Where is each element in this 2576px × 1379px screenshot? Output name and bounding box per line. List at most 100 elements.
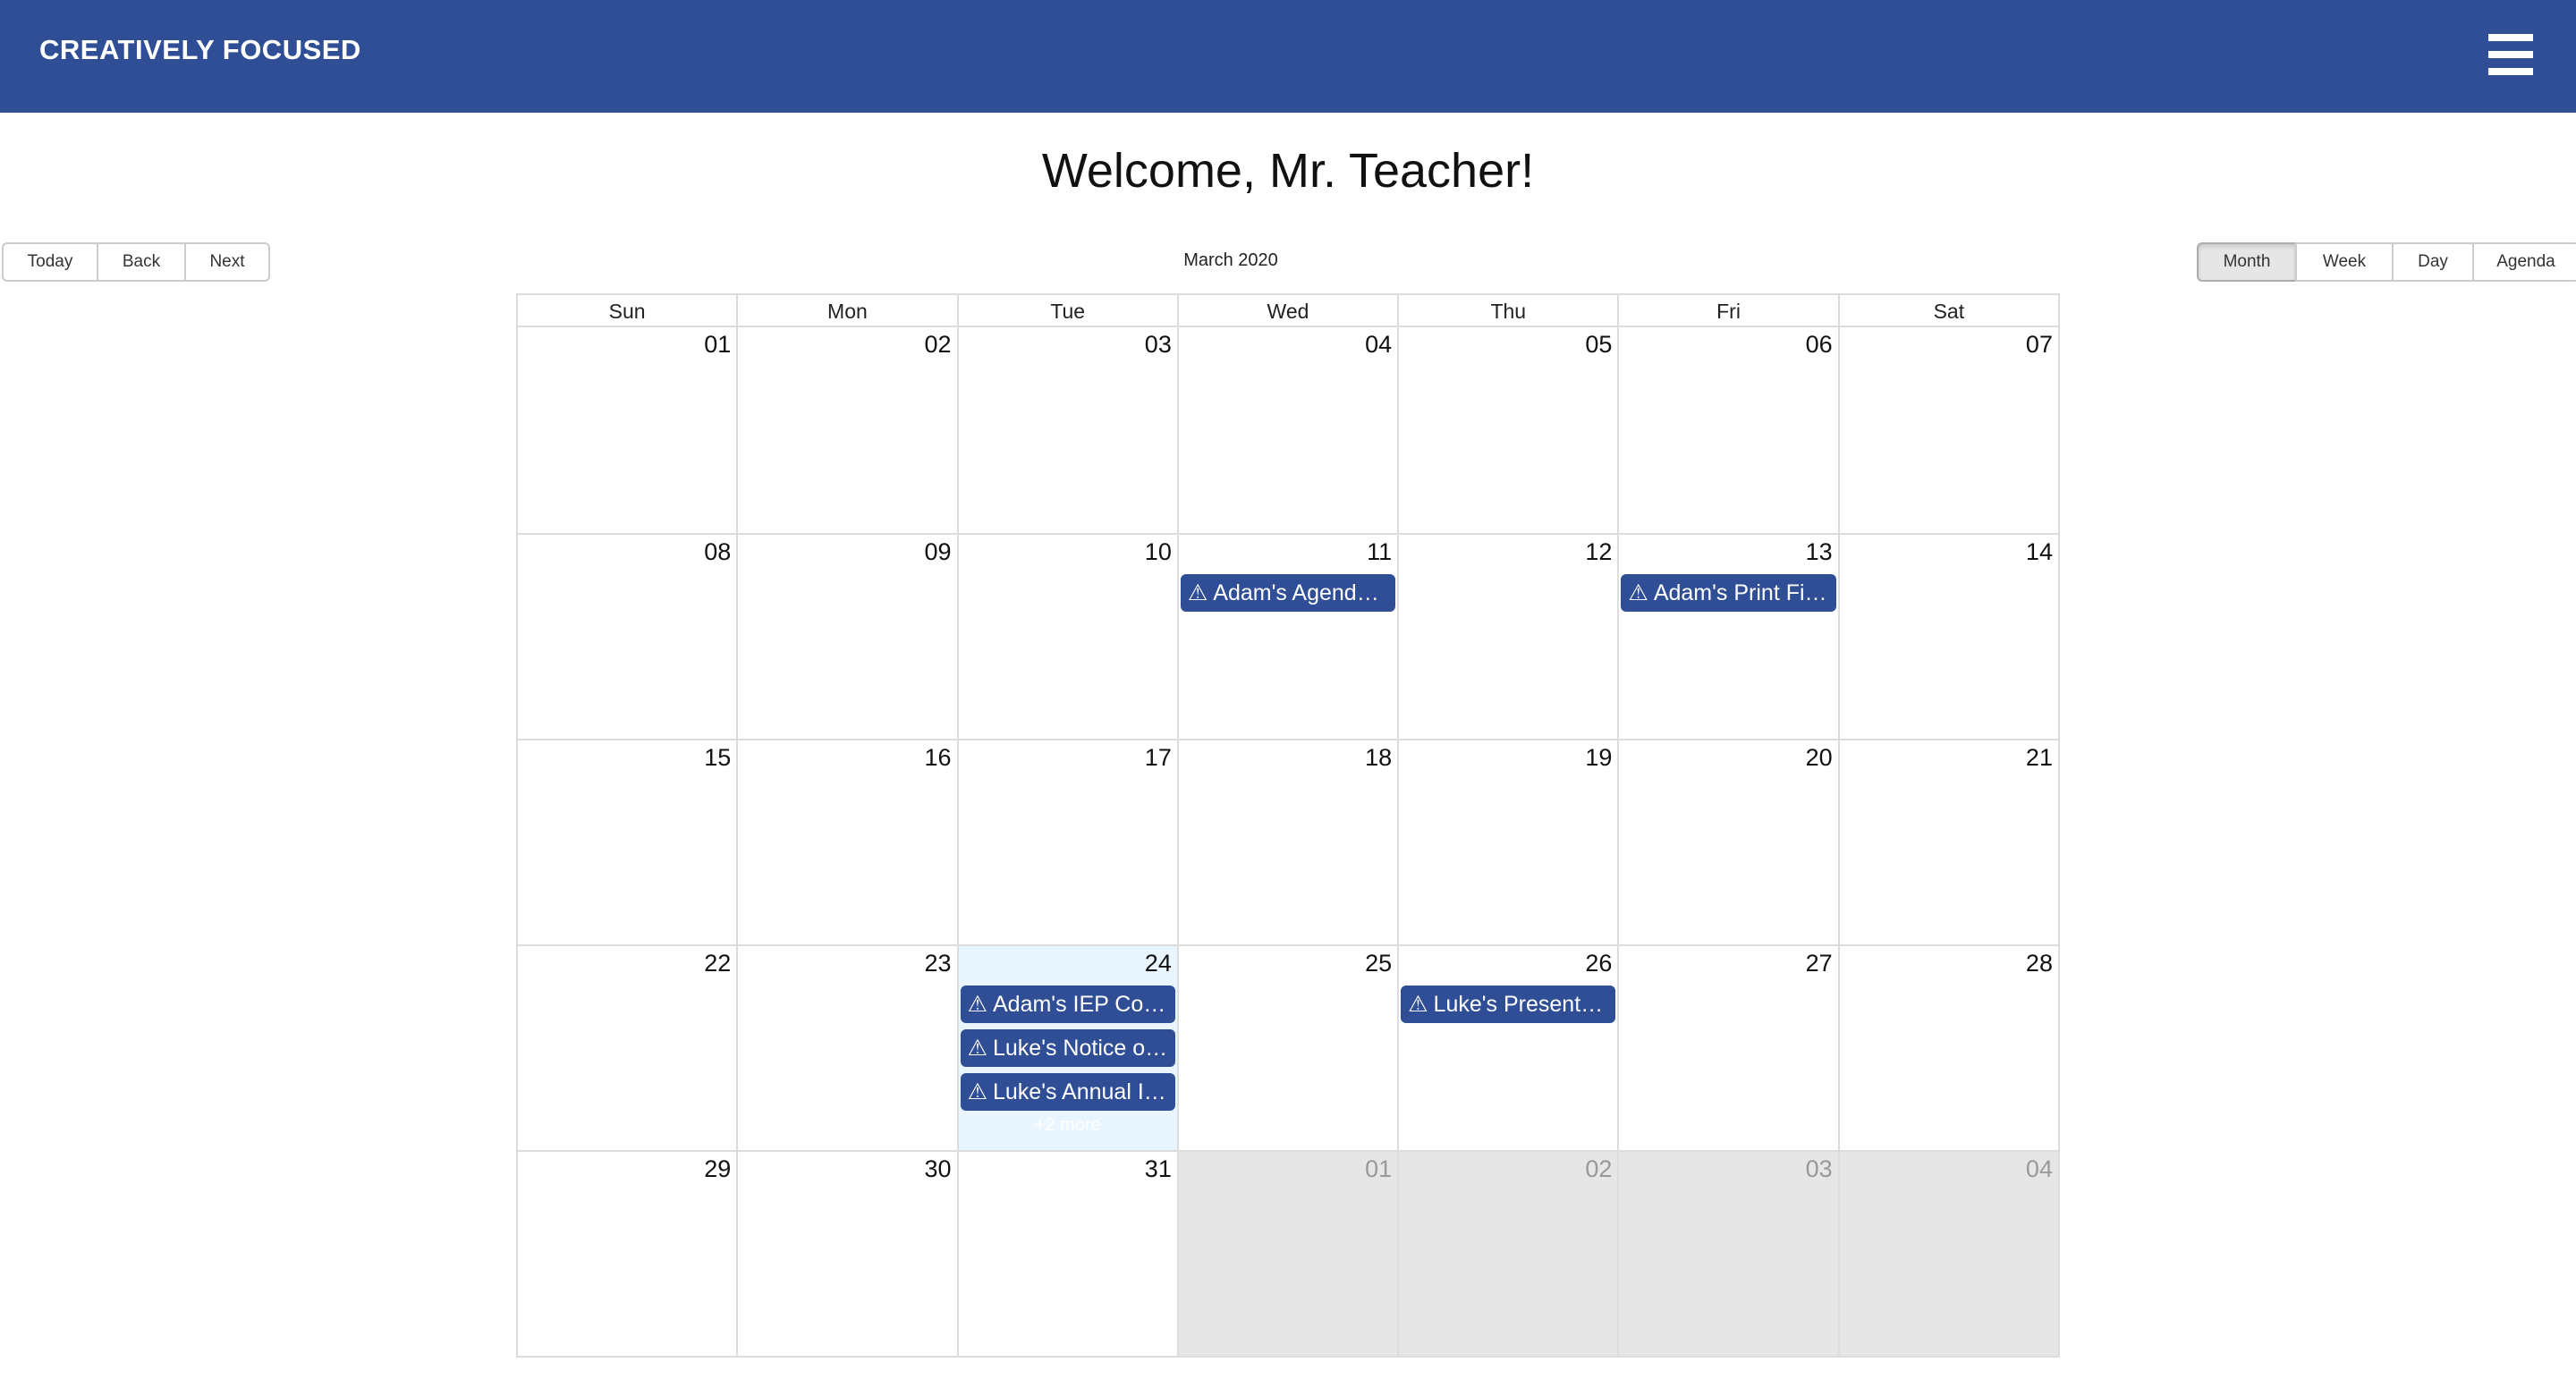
date-number[interactable]: 04: [1365, 331, 1392, 359]
date-number[interactable]: 14: [2026, 538, 2053, 566]
week-row: 08 09 10 11 ⚠ Adam's Agenda a... 12 13 ⚠ Adam's P…: [518, 533, 2058, 739]
date-number[interactable]: 16: [925, 744, 952, 772]
day-cell[interactable]: 12: [1397, 535, 1617, 739]
day-view-button[interactable]: Day: [2392, 242, 2474, 282]
date-number[interactable]: 07: [2026, 331, 2053, 359]
day-cell[interactable]: 08: [518, 535, 736, 739]
brand-logo[interactable]: CREATIVELY FOCUSED: [39, 34, 361, 66]
day-cell[interactable]: 13 ⚠ Adam's Print Fin...: [1617, 535, 1837, 739]
day-cell[interactable]: 01: [518, 327, 736, 533]
day-cell[interactable]: 07: [1837, 327, 2058, 533]
day-cell[interactable]: 03: [956, 327, 1177, 533]
warning-triangle-icon: ⚠: [967, 992, 987, 1017]
calendar-event[interactable]: ⚠ Adam's Agenda a...: [1180, 574, 1396, 612]
calendar-weeks: 01 02 03 04 05 06 07 08 09 10 11 ⚠ Adam's Agenda a..…: [518, 327, 2058, 1356]
date-number[interactable]: 12: [1585, 538, 1612, 566]
month-view-button[interactable]: Month: [2197, 242, 2297, 282]
date-number[interactable]: 22: [704, 950, 731, 977]
agenda-view-button[interactable]: Agenda: [2472, 242, 2576, 282]
date-number[interactable]: 08: [704, 538, 731, 566]
calendar-event[interactable]: ⚠ Luke's Present Le...: [1401, 986, 1616, 1023]
day-cell[interactable]: 25: [1176, 946, 1397, 1150]
day-cell[interactable]: 27: [1617, 946, 1837, 1150]
date-number[interactable]: 05: [1585, 331, 1612, 359]
date-number[interactable]: 17: [1145, 744, 1172, 772]
day-cell[interactable]: 28: [1837, 946, 2058, 1150]
date-number[interactable]: 06: [1806, 331, 1833, 359]
weekday-header-sat: Sat: [1837, 295, 2058, 326]
day-cell[interactable]: 22: [518, 946, 736, 1150]
calendar-nav-buttons: Today Back Next: [2, 242, 270, 282]
day-cell[interactable]: 05: [1397, 327, 1617, 533]
day-cell[interactable]: 02: [736, 327, 956, 533]
date-number[interactable]: 30: [925, 1155, 952, 1183]
event-title: Luke's Annual IE...: [992, 1079, 1175, 1104]
day-cell[interactable]: 19: [1397, 740, 1617, 944]
date-number[interactable]: 18: [1365, 744, 1392, 772]
date-number[interactable]: 25: [1365, 950, 1392, 977]
day-cell[interactable]: 21: [1837, 740, 2058, 944]
day-cell[interactable]: 03: [1617, 1152, 1838, 1356]
day-cell[interactable]: 17: [956, 740, 1177, 944]
day-cell[interactable]: 20: [1617, 740, 1837, 944]
day-cell[interactable]: 16: [736, 740, 956, 944]
date-number[interactable]: 10: [1145, 538, 1172, 566]
date-number[interactable]: 01: [1365, 1155, 1392, 1183]
date-number[interactable]: 04: [2026, 1155, 2053, 1183]
calendar-event[interactable]: ⚠ Adam's Print Fin...: [1621, 574, 1836, 612]
day-cell[interactable]: 02: [1397, 1152, 1618, 1356]
day-cell[interactable]: 30: [736, 1152, 956, 1356]
event-list: ⚠ Adam's Agenda a...: [1180, 574, 1396, 618]
date-number[interactable]: 03: [1145, 331, 1172, 359]
day-cell[interactable]: 09: [736, 535, 956, 739]
date-number[interactable]: 23: [925, 950, 952, 977]
date-number[interactable]: 19: [1585, 744, 1612, 772]
date-number[interactable]: 20: [1806, 744, 1833, 772]
event-title: Luke's Present Le...: [1433, 992, 1616, 1017]
calendar-event[interactable]: ⚠ Luke's Annual IE...: [960, 1073, 1175, 1111]
date-number[interactable]: 27: [1806, 950, 1833, 977]
date-number[interactable]: 01: [704, 331, 731, 359]
hamburger-menu-icon[interactable]: [2488, 34, 2533, 75]
day-cell[interactable]: 18: [1176, 740, 1397, 944]
weekday-header-mon: Mon: [736, 295, 956, 326]
calendar-event[interactable]: ⚠ Luke's Notice of ...: [960, 1029, 1175, 1067]
calendar-event[interactable]: ⚠ Adam's IEP Cons...: [960, 986, 1175, 1023]
day-cell[interactable]: 26 ⚠ Luke's Present Le...: [1397, 946, 1617, 1150]
date-number[interactable]: 13: [1806, 538, 1833, 566]
day-cell[interactable]: 23: [736, 946, 956, 1150]
date-number[interactable]: 02: [1585, 1155, 1612, 1183]
next-button[interactable]: Next: [184, 242, 270, 282]
back-button[interactable]: Back: [97, 242, 186, 282]
day-cell[interactable]: 04: [1837, 1152, 2058, 1356]
day-cell[interactable]: 04: [1176, 327, 1397, 533]
day-cell[interactable]: 14: [1837, 535, 2058, 739]
day-cell[interactable]: 24 ⚠ Adam's IEP Cons... ⚠ Luke's Notice of .…: [956, 946, 1177, 1150]
date-number[interactable]: 28: [2026, 950, 2053, 977]
date-number[interactable]: 21: [2026, 744, 2053, 772]
day-cell[interactable]: 10: [956, 535, 1177, 739]
show-more-link[interactable]: +2 more: [961, 1113, 1175, 1137]
warning-triangle-icon: ⚠: [967, 1079, 987, 1104]
date-number[interactable]: 02: [925, 331, 952, 359]
date-number[interactable]: 24: [1145, 950, 1172, 977]
day-cell[interactable]: 31: [956, 1152, 1177, 1356]
date-number[interactable]: 11: [1367, 538, 1392, 566]
date-number[interactable]: 26: [1585, 950, 1612, 977]
date-number[interactable]: 09: [925, 538, 952, 566]
date-number[interactable]: 31: [1145, 1155, 1172, 1183]
date-number[interactable]: 29: [704, 1155, 731, 1183]
today-button[interactable]: Today: [2, 242, 98, 282]
event-list: ⚠ Adam's Print Fin...: [1621, 574, 1836, 618]
week-view-button[interactable]: Week: [2295, 242, 2394, 282]
event-title: Adam's IEP Cons...: [992, 992, 1175, 1017]
day-cell[interactable]: 11 ⚠ Adam's Agenda a...: [1176, 535, 1397, 739]
day-cell[interactable]: 29: [518, 1152, 736, 1356]
day-cell[interactable]: 15: [518, 740, 736, 944]
day-cell[interactable]: 06: [1617, 327, 1837, 533]
weekday-header-tue: Tue: [956, 295, 1177, 326]
weekday-header-sun: Sun: [608, 300, 646, 323]
date-number[interactable]: 03: [1806, 1155, 1833, 1183]
day-cell[interactable]: 01: [1176, 1152, 1398, 1356]
date-number[interactable]: 15: [704, 744, 731, 772]
